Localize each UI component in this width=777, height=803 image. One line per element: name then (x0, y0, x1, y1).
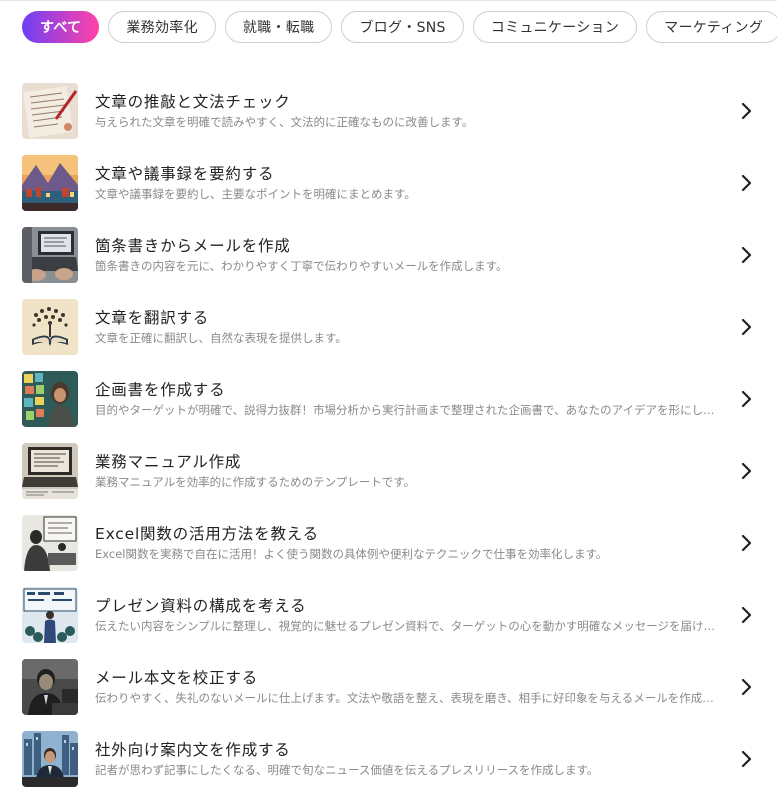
template-description: 業務マニュアルを効率的に作成するためのテンプレートです。 (95, 475, 416, 489)
filter-chip-blog-sns[interactable]: ブログ・SNS (341, 11, 464, 43)
chevron-right-icon[interactable] (736, 245, 756, 265)
template-list: 文章の推敲と文法チェック 与えられた文章を明確で読みやすく、文法的に正確なものに… (22, 83, 762, 803)
filter-chip-job-hunting[interactable]: 就職・転職 (224, 11, 333, 43)
template-list-item[interactable]: 業務マニュアル作成 業務マニュアルを効率的に作成するためのテンプレートです。 (22, 443, 762, 499)
chevron-right-icon[interactable] (736, 317, 756, 337)
filter-chip-business-efficiency[interactable]: 業務効率化 (108, 11, 216, 43)
template-description: 目的やターゲットが明確で、説得力抜群！市場分析から実行計画まで整理された企画書で… (95, 403, 720, 417)
chevron-right-icon[interactable] (736, 173, 756, 193)
laptop-desk-thumbnail (22, 443, 78, 499)
chevron-right-icon[interactable] (736, 605, 756, 625)
template-title: 社外向け案内文を作成する (95, 741, 291, 759)
template-title: Excel関数の活用方法を教える (95, 525, 319, 543)
template-list-item[interactable]: 社外向け案内文を作成する 記者が思わず記事にしたくなる、明確で旬なニュース価値を… (22, 731, 762, 787)
notes-wall-thumbnail (22, 371, 78, 427)
filter-chip-communication[interactable]: コミュニケーション (472, 11, 638, 43)
laptop-hands-thumbnail (22, 227, 78, 283)
template-list-item[interactable]: 企画書を作成する 目的やターゲットが明確で、説得力抜群！市場分析から実行計画まで… (22, 371, 762, 427)
chevron-right-icon[interactable] (736, 677, 756, 697)
chevron-right-icon[interactable] (736, 533, 756, 553)
template-description: 文章を正確に翻訳し、自然な表現を提供します。 (95, 331, 347, 345)
chevron-right-icon[interactable] (736, 389, 756, 409)
book-tree-thumbnail (22, 299, 78, 355)
filter-chip-bar: すべて 業務効率化 就職・転職 ブログ・SNS コミュニケーション マーケティン… (22, 11, 777, 43)
chevron-right-icon[interactable] (736, 749, 756, 769)
template-list-item[interactable]: Excel関数の活用方法を教える Excel関数を実務で自在に活用！よく使う関数… (22, 515, 762, 571)
template-title: メール本文を校正する (95, 669, 259, 687)
template-list-item[interactable]: メール本文を校正する 伝わりやすく、失礼のないメールに仕上げます。文法や敬語を整… (22, 659, 762, 715)
template-title: 文章の推敲と文法チェック (95, 93, 291, 111)
filter-chip-marketing[interactable]: マーケティング (646, 11, 777, 43)
template-description: 文章や議事録を要約し、主要なポイントを明確にまとめます。 (95, 187, 416, 201)
template-title: 箇条書きからメールを作成 (95, 237, 291, 255)
template-title: 文章や議事録を要約する (95, 165, 275, 183)
template-description: Excel関数を実務で自在に活用！よく使う関数の具体例や便利なテクニックで仕事を… (95, 547, 608, 561)
city-office-thumbnail (22, 731, 78, 787)
chevron-right-icon[interactable] (736, 461, 756, 481)
template-description: 伝えたい内容をシンプルに整理し、視覚的に魅せるプレゼン資料で、ターゲットの心を動… (95, 619, 720, 633)
chevron-right-icon[interactable] (736, 101, 756, 121)
template-list-item[interactable]: 文章や議事録を要約する 文章や議事録を要約し、主要なポイントを明確にまとめます。 (22, 155, 762, 211)
top-divider (0, 0, 777, 1)
presentation-thumbnail (22, 587, 78, 643)
businessman-thumbnail (22, 659, 78, 715)
template-description: 伝わりやすく、失礼のないメールに仕上げます。文法や敬語を整え、表現を磨き、相手に… (95, 691, 720, 705)
template-list-item[interactable]: 文章の推敲と文法チェック 与えられた文章を明確で読みやすく、文法的に正確なものに… (22, 83, 762, 139)
classroom-thumbnail (22, 515, 78, 571)
template-title: プレゼン資料の構成を考える (95, 597, 307, 615)
template-list-item[interactable]: 箇条書きからメールを作成 箇条書きの内容を元に、わかりやすく丁寧で伝わりやすいメ… (22, 227, 762, 283)
filter-chip-all[interactable]: すべて (22, 11, 100, 43)
template-list-item[interactable]: 文章を翻訳する 文章を正確に翻訳し、自然な表現を提供します。 (22, 299, 762, 355)
template-description: 与えられた文章を明確で読みやすく、文法的に正確なものに改善します。 (95, 115, 474, 129)
template-title: 企画書を作成する (95, 381, 226, 399)
pen-paper-thumbnail (22, 83, 78, 139)
template-list-item[interactable]: プレゼン資料の構成を考える 伝えたい内容をシンプルに整理し、視覚的に魅せるプレゼ… (22, 587, 762, 643)
template-title: 業務マニュアル作成 (95, 453, 242, 471)
template-description: 記者が思わず記事にしたくなる、明確で旬なニュース価値を伝えるプレスリリースを作成… (95, 763, 599, 777)
template-title: 文章を翻訳する (95, 309, 210, 327)
landscape-town-thumbnail (22, 155, 78, 211)
template-description: 箇条書きの内容を元に、わかりやすく丁寧で伝わりやすいメールを作成します。 (95, 259, 508, 273)
